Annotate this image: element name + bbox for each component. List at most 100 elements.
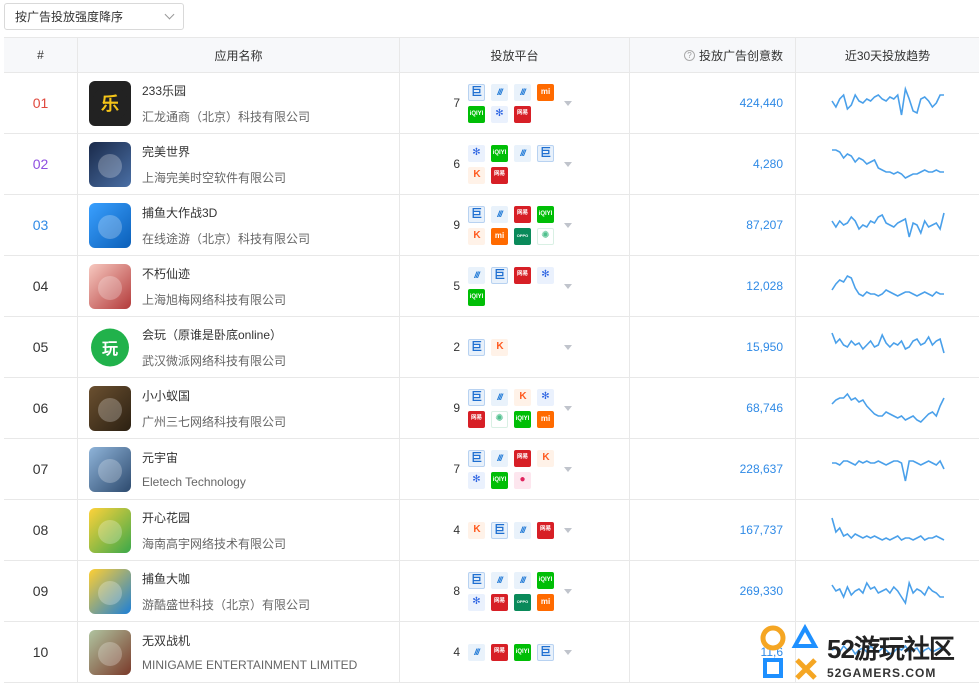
table-row[interactable]: 09捕鱼大咖游酷盛世科技（北京）有限公司8巨//////iQIYI✻网易OPPO…	[4, 561, 979, 622]
table-row[interactable]: 04不朽仙迹上海旭梅网络科技有限公司5///巨网易✻iQIYI12,028	[4, 256, 979, 317]
platform-ks-icon: K	[468, 228, 485, 245]
app-cell[interactable]: 不朽仙迹上海旭梅网络科技有限公司	[78, 256, 400, 316]
creatives-cell: 15,950	[630, 317, 796, 377]
creatives-count[interactable]: 12,028	[746, 279, 783, 293]
platform-gdt-icon: 巨	[537, 145, 554, 162]
expand-platforms-icon[interactable]	[564, 162, 572, 167]
rank-cell: 07	[4, 439, 78, 499]
platform-gdt-icon: 巨	[468, 206, 485, 223]
creatives-count[interactable]: 68,746	[746, 401, 783, 415]
expand-platforms-icon[interactable]	[564, 406, 572, 411]
expand-platforms-icon[interactable]	[564, 284, 572, 289]
rank-number: 06	[33, 400, 49, 416]
trend-sparkline[interactable]	[831, 207, 945, 243]
sort-dropdown[interactable]: 按广告投放强度降序	[4, 3, 184, 30]
creatives-count[interactable]: 424,440	[740, 96, 783, 110]
app-name[interactable]: 开心花园	[142, 509, 286, 526]
trend-sparkline[interactable]	[831, 451, 945, 487]
app-icon[interactable]	[89, 386, 131, 431]
app-cell[interactable]: 捕鱼大作战3D在线途游（北京）科技有限公司	[78, 195, 400, 255]
table-row[interactable]: 03捕鱼大作战3D在线途游（北京）科技有限公司9巨///网易iQIYIKmiOP…	[4, 195, 979, 256]
creatives-count[interactable]: 228,637	[740, 462, 783, 476]
platform-ks-icon: K	[468, 167, 485, 184]
trend-sparkline[interactable]	[831, 512, 945, 548]
table-row[interactable]: 02完美世界上海完美时空软件有限公司6✻iQIYI///巨K网易4,280	[4, 134, 979, 195]
table-row[interactable]: 08开心花园海南高宇网络技术有限公司4K巨///网易167,737	[4, 500, 979, 561]
platform-wy-icon: 网易	[514, 267, 531, 284]
expand-platforms-icon[interactable]	[564, 345, 572, 350]
app-icon[interactable]	[89, 447, 131, 492]
platform-cell: 9巨///K✻网易✺iQIYImi	[400, 378, 630, 438]
app-name[interactable]: 完美世界	[142, 143, 286, 160]
expand-platforms-icon[interactable]	[564, 223, 572, 228]
app-name[interactable]: 会玩（原谁是卧底online）	[142, 326, 286, 343]
app-cell[interactable]: 小小蚁国广州三七网络科技有限公司	[78, 378, 400, 438]
platform-cell: 6✻iQIYI///巨K网易	[400, 134, 630, 194]
app-icon[interactable]	[89, 264, 131, 309]
expand-platforms-icon[interactable]	[564, 589, 572, 594]
expand-platforms-icon[interactable]	[564, 528, 572, 533]
app-name[interactable]: 233乐园	[142, 82, 310, 99]
app-cell[interactable]: 捕鱼大咖游酷盛世科技（北京）有限公司	[78, 561, 400, 621]
creatives-count[interactable]: 15,950	[746, 340, 783, 354]
app-icon[interactable]: 玩	[89, 325, 131, 370]
trend-sparkline[interactable]	[831, 85, 945, 121]
header-platform: 投放平台	[400, 38, 630, 72]
platform-bd-icon: ✻	[537, 389, 554, 406]
app-icon[interactable]	[89, 203, 131, 248]
rank-number: 08	[33, 522, 49, 538]
expand-platforms-icon[interactable]	[564, 101, 572, 106]
platform-mi-icon: mi	[537, 84, 554, 101]
platform-cell: 4///网易iQIYI巨	[400, 622, 630, 682]
table-row[interactable]: 01乐233乐园汇龙通商（北京）科技有限公司7巨//////miiQIYI✻网易…	[4, 73, 979, 134]
app-cell[interactable]: 完美世界上海完美时空软件有限公司	[78, 134, 400, 194]
app-name[interactable]: 捕鱼大作战3D	[142, 204, 310, 221]
platform-gdt-icon: 巨	[468, 389, 485, 406]
table-row[interactable]: 06小小蚁国广州三七网络科技有限公司9巨///K✻网易✺iQIYImi68,74…	[4, 378, 979, 439]
app-cell[interactable]: 玩会玩（原谁是卧底online）武汉微派网络科技有限公司	[78, 317, 400, 377]
expand-platforms-icon[interactable]	[564, 650, 572, 655]
app-cell[interactable]: 开心花园海南高宇网络技术有限公司	[78, 500, 400, 560]
app-icon[interactable]	[89, 630, 131, 675]
platform-wy-icon: 网易	[468, 411, 485, 428]
app-name[interactable]: 不朽仙迹	[142, 265, 286, 282]
app-cell[interactable]: 无双战机MINIGAME ENTERTAINMENT LIMITED	[78, 622, 400, 682]
trend-sparkline[interactable]	[831, 329, 945, 365]
app-company: 上海旭梅网络科技有限公司	[142, 291, 286, 308]
expand-platforms-icon[interactable]	[564, 467, 572, 472]
creatives-count[interactable]: 269,330	[740, 584, 783, 598]
app-cell[interactable]: 元宇宙Eletech Technology	[78, 439, 400, 499]
rank-number: 09	[33, 583, 49, 599]
table-row[interactable]: 05玩会玩（原谁是卧底online）武汉微派网络科技有限公司2巨K15,950	[4, 317, 979, 378]
creatives-count[interactable]: 87,207	[746, 218, 783, 232]
header-app-name: 应用名称	[78, 38, 400, 72]
app-icon[interactable]: 乐	[89, 81, 131, 126]
platform-csj-icon: ///	[468, 267, 485, 284]
app-name[interactable]: 捕鱼大咖	[142, 570, 310, 587]
header-creatives[interactable]: ? 投放广告创意数	[630, 38, 796, 72]
creatives-count[interactable]: 167,737	[740, 523, 783, 537]
platform-gdt-icon: 巨	[468, 84, 485, 101]
app-icon[interactable]	[89, 142, 131, 187]
creatives-count[interactable]: 4,280	[753, 157, 783, 171]
trend-sparkline[interactable]	[831, 390, 945, 426]
trend-sparkline[interactable]	[831, 268, 945, 304]
app-cell[interactable]: 乐233乐园汇龙通商（北京）科技有限公司	[78, 73, 400, 133]
platform-gdt-icon: 巨	[468, 572, 485, 589]
help-icon[interactable]: ?	[684, 50, 695, 61]
app-name[interactable]: 元宇宙	[142, 449, 246, 466]
app-icon[interactable]	[89, 508, 131, 553]
platform-csj-icon: ///	[468, 644, 485, 661]
trend-sparkline[interactable]	[831, 573, 945, 609]
trend-cell	[796, 561, 979, 621]
trend-line	[832, 276, 944, 296]
trend-sparkline[interactable]	[831, 146, 945, 182]
app-name[interactable]: 无双战机	[142, 632, 357, 649]
app-company: 游酷盛世科技（北京）有限公司	[142, 596, 310, 613]
table-row[interactable]: 07元宇宙Eletech Technology7巨///网易K✻iQIYI●22…	[4, 439, 979, 500]
platform-pk-icon: ●	[514, 472, 531, 489]
app-name[interactable]: 小小蚁国	[142, 387, 286, 404]
platform-ks-icon: K	[514, 389, 531, 406]
app-icon[interactable]	[89, 569, 131, 614]
rank-cell: 08	[4, 500, 78, 560]
